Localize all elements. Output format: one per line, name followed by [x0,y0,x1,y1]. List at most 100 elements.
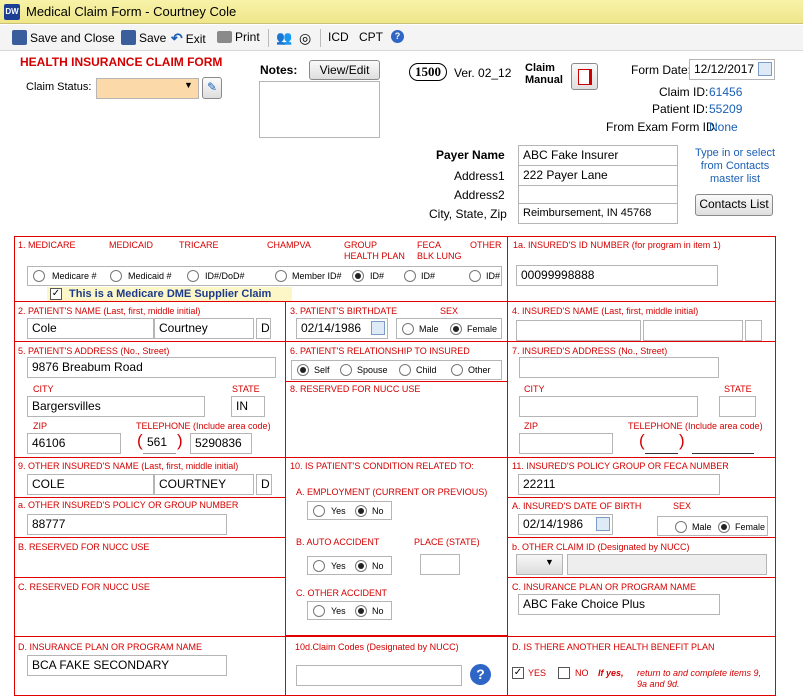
radio-auto-yes-label: Yes [331,561,346,571]
box4-label: 4. INSURED'S NAME (Last, first, middle i… [512,306,699,316]
radio-champva-label: Member ID# [292,271,342,281]
insured-last-name-input[interactable] [516,320,641,341]
payer-csz-input[interactable]: Reimbursement, IN 45768 [518,203,678,224]
other-insured-first-input[interactable]: COURTNEY [154,474,254,495]
exit-button[interactable]: ↶ Exit [171,30,206,47]
radio-medicare[interactable] [33,270,45,282]
radio-group-health[interactable] [352,270,364,282]
radio-medicaid[interactable] [110,270,122,282]
other-insured-policy-input[interactable]: 88777 [27,514,227,535]
box3-sex-label: SEX [440,306,459,316]
other-claim-id-qualifier-select[interactable] [516,554,563,575]
radio-auto-yes[interactable] [313,560,325,572]
save-button[interactable]: Save [121,30,166,45]
auto-accident-state-input[interactable] [420,554,460,575]
box11c-label: c. INSURANCE PLAN OR PROGRAM NAME [512,582,697,592]
radio-rel-self-label: Self [314,365,330,375]
radio-patient-male[interactable] [402,323,414,335]
radio-feca[interactable] [404,270,416,282]
insured-state-input[interactable] [719,396,756,417]
box10b-label: b. AUTO ACCIDENT [296,537,380,547]
help-button[interactable]: ? [391,30,404,43]
box1-group-label: GROUP [344,240,378,250]
from-exam-link[interactable]: None [709,120,738,134]
other-insured-mi-input[interactable]: D [256,474,272,495]
insured-first-name-input[interactable] [643,320,743,341]
insured-city-input[interactable] [519,396,698,417]
claim-manual-button[interactable] [571,63,598,90]
radio-employment-yes[interactable] [313,505,325,517]
radio-rel-child[interactable] [399,364,411,376]
payer-address1-input[interactable]: 222 Payer Lane [518,165,678,186]
payer-name-input[interactable]: ABC Fake Insurer [518,145,678,166]
patient-first-name-input[interactable]: Courtney [154,318,254,339]
box9-label: 9. OTHER INSURED'S NAME (Last, first, mi… [18,461,239,471]
insured-plan-name-input[interactable]: ABC Fake Choice Plus [518,594,720,615]
radio-other[interactable] [469,270,481,282]
contacts-button[interactable]: 👥 [276,30,292,46]
dme-checkbox[interactable]: ✓ [50,288,62,300]
calendar-icon[interactable] [596,517,610,531]
radio-champva[interactable] [275,270,287,282]
other-plan-name-input[interactable]: BCA FAKE SECONDARY [27,655,227,676]
radio-rel-other-label: Other [468,365,491,375]
printer-icon [217,31,232,43]
radio-patient-female[interactable] [450,323,462,335]
chevron-down-icon: ▼ [184,80,193,90]
other-insured-last-input[interactable]: COLE [27,474,154,495]
other-plan-yes-checkbox[interactable]: ✓ [512,667,524,679]
print-label: Print [235,30,260,44]
insured-phone-input[interactable] [692,433,754,454]
insured-area-code-input[interactable] [645,433,678,454]
window-title: Medical Claim Form - Courtney Cole [26,4,237,19]
print-button[interactable]: Print [217,30,260,44]
patient-street-input[interactable]: 9876 Breabum Road [27,357,276,378]
patient-area-code-input[interactable]: 561 [143,433,176,454]
radio-tricare[interactable] [187,270,199,282]
insured-mi-input[interactable] [745,320,762,341]
patient-last-name-input[interactable]: Cole [27,318,154,339]
form-date-label: Form Date: [631,63,692,77]
radio-rel-self[interactable] [297,364,309,376]
insured-id-input[interactable]: 00099998888 [516,265,718,286]
patient-zip-input[interactable]: 46106 [27,433,121,454]
radio-employment-no[interactable] [355,505,367,517]
radio-insured-male-label: Male [692,522,712,532]
help-icon[interactable]: ? [470,664,491,685]
radio-other-accident-no[interactable] [355,605,367,617]
radio-insured-female[interactable] [718,521,730,533]
icd-button[interactable]: ICD [328,30,349,44]
other-claim-id-input[interactable] [567,554,767,575]
insured-policy-group-input[interactable]: 22211 [518,474,720,495]
calendar-icon[interactable] [371,321,385,335]
patient-phone-input[interactable]: 5290836 [190,433,252,454]
radio-rel-spouse[interactable] [340,364,352,376]
target-button[interactable]: ◎ [299,30,311,47]
other-plan-no-checkbox[interactable] [558,667,570,679]
radio-patient-female-label: Female [467,324,498,334]
view-edit-button[interactable]: View/Edit [309,60,380,80]
radio-other-label: ID# [486,271,501,281]
insured-zip-input[interactable] [519,433,613,454]
edit-status-button[interactable]: ✎ [202,77,222,99]
patient-mi-input[interactable]: D [256,318,271,339]
box5-city-label: CITY [33,384,54,394]
exit-label: Exit [185,31,206,46]
patient-city-input[interactable]: Bargersvilles [27,396,205,417]
calendar-icon[interactable] [758,62,772,76]
claim-codes-input[interactable] [296,665,462,686]
notes-textarea[interactable] [259,81,380,138]
radio-other-accident-yes[interactable] [313,605,325,617]
cpt-button[interactable]: CPT [359,30,383,44]
contacts-list-button[interactable]: Contacts List [695,194,773,216]
box11a-label: a. INSURED'S DATE OF BIRTH [512,501,642,511]
document-icon [577,69,592,85]
patient-state-input[interactable]: IN [231,396,265,417]
radio-rel-other[interactable] [451,364,463,376]
box1-tricare-label: TRICARE [179,240,219,250]
insured-street-input[interactable] [519,357,719,378]
radio-auto-no[interactable] [355,560,367,572]
box10d-label: 10d.Claim Codes (Designated by NUCC) [295,642,459,652]
radio-insured-male[interactable] [675,521,687,533]
save-and-close-button[interactable]: Save and Close [12,30,115,45]
